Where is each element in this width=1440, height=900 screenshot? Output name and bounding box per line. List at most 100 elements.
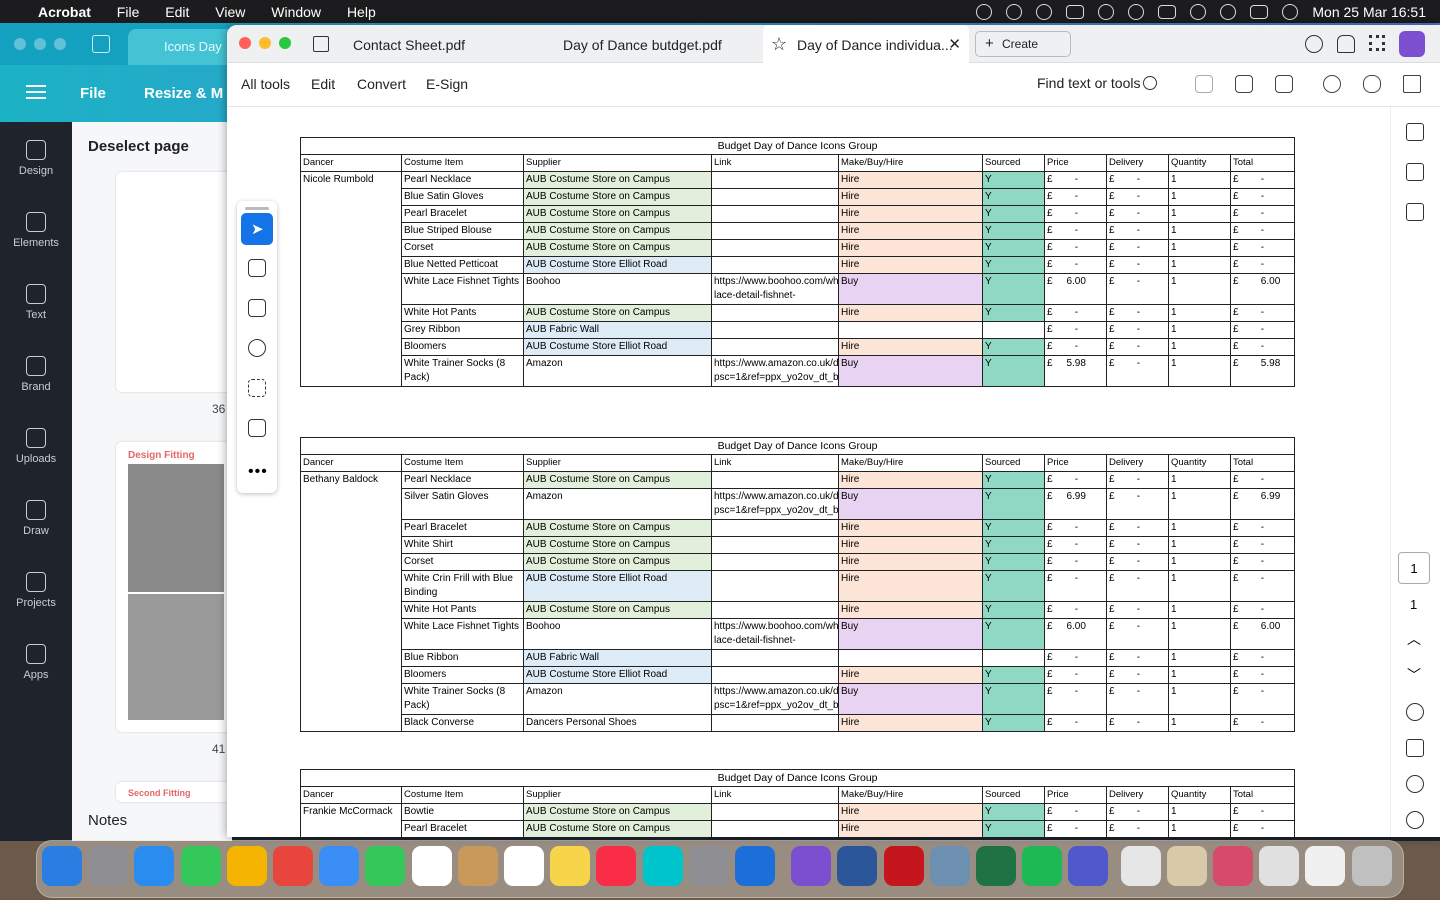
email-icon[interactable] [1403, 75, 1421, 93]
zoom-button[interactable] [279, 37, 291, 49]
wifi-icon[interactable] [1190, 3, 1207, 20]
preview-icon[interactable] [930, 846, 970, 886]
launchpad-icon[interactable] [88, 846, 128, 886]
recent-window-icon[interactable] [1305, 846, 1345, 886]
battery-icon[interactable] [1158, 4, 1177, 19]
contacts-icon[interactable] [458, 846, 498, 886]
menu-help[interactable]: Help [347, 4, 376, 20]
minimize-button[interactable] [259, 37, 271, 49]
page-number-input[interactable]: 1 [1398, 552, 1430, 584]
sky-go-icon[interactable] [735, 846, 775, 886]
convert-menu[interactable]: Convert [357, 76, 406, 92]
close-button[interactable] [239, 37, 251, 49]
sidebar-item-projects[interactable]: Projects [0, 572, 72, 609]
all-tools-menu[interactable]: All tools [241, 76, 290, 92]
menu-file[interactable]: File [117, 4, 140, 20]
menu-edit[interactable]: Edit [165, 4, 189, 20]
page-thumbnail[interactable]: Design Fitting [116, 442, 236, 732]
avatar[interactable] [1399, 31, 1425, 57]
menu-app-name[interactable]: Acrobat [38, 4, 91, 20]
home-icon[interactable] [92, 35, 110, 53]
zoom-out-icon[interactable] [1406, 811, 1424, 829]
calendar-icon[interactable] [412, 846, 452, 886]
sign-pen-icon[interactable] [248, 419, 266, 437]
tab-budget[interactable]: Day of Dance butdget.pdf [563, 25, 759, 63]
spotify-icon[interactable] [1022, 846, 1062, 886]
acrobat-icon[interactable] [884, 846, 924, 886]
text-select-icon[interactable] [248, 379, 266, 397]
notes-button[interactable]: Notes [88, 812, 127, 829]
print-icon[interactable] [1275, 75, 1293, 93]
siri-icon[interactable] [1282, 3, 1299, 20]
esign-menu[interactable]: E-Sign [426, 76, 468, 92]
creative-cloud-icon[interactable] [1036, 3, 1053, 20]
spotlight-search-icon[interactable] [1220, 3, 1237, 20]
teams-icon[interactable] [1068, 846, 1108, 886]
sidebar-item-design[interactable]: Design [0, 140, 72, 177]
menu-window[interactable]: Window [271, 4, 321, 20]
help-icon[interactable] [1305, 35, 1323, 53]
close-dot[interactable] [14, 38, 26, 50]
tab-contact-sheet[interactable]: Contact Sheet.pdf [353, 25, 549, 63]
mail-icon[interactable] [319, 846, 359, 886]
highlight-pen-icon[interactable] [248, 299, 266, 317]
control-center-icon[interactable] [1250, 4, 1269, 19]
finder-icon[interactable] [42, 846, 82, 886]
messages-icon[interactable] [181, 846, 221, 886]
more-icon[interactable]: ••• [248, 463, 268, 481]
menu-view[interactable]: View [215, 4, 245, 20]
recent-screenshot-icon[interactable] [1213, 846, 1253, 886]
star-icon[interactable]: ☆ [771, 34, 787, 55]
reminders-icon[interactable] [504, 846, 544, 886]
word-icon[interactable] [837, 846, 877, 886]
hamburger-icon[interactable] [26, 85, 46, 99]
chrome-icon[interactable] [273, 846, 313, 886]
notes-icon[interactable] [550, 846, 590, 886]
sidebar-item-elements[interactable]: Elements [0, 212, 72, 249]
excel-icon[interactable] [976, 846, 1016, 886]
search-icon[interactable] [1143, 76, 1157, 90]
apps-grid-icon[interactable] [1369, 35, 1385, 51]
sidebar-item-text[interactable]: Text [0, 284, 72, 321]
select-tool-button[interactable]: ➤ [241, 213, 273, 245]
min-dot[interactable] [34, 38, 46, 50]
tab-individual[interactable]: ☆ Day of Dance individua... ✕ [763, 25, 969, 63]
page-thumbnail[interactable]: Second Fitting [116, 782, 236, 802]
recent-photo-icon[interactable] [1167, 846, 1207, 886]
deselect-page[interactable]: Deselect page [88, 138, 189, 155]
page-extract-icon[interactable] [1406, 739, 1424, 757]
chevron-up-icon[interactable]: ︿ [1407, 629, 1421, 649]
settings-icon[interactable] [689, 846, 729, 886]
create-button[interactable]: + Create [975, 31, 1071, 57]
sidebar-item-apps[interactable]: Apps [0, 644, 72, 681]
rotate-icon[interactable] [1406, 703, 1424, 721]
facetime-icon[interactable] [365, 846, 405, 886]
recent-sheet-icon[interactable] [1259, 846, 1299, 886]
pages-icon[interactable] [1406, 203, 1424, 221]
find-tools[interactable]: Find text or tools [1037, 75, 1141, 91]
comment-icon[interactable] [248, 259, 266, 277]
bookmark-icon[interactable] [1406, 163, 1424, 181]
bluetooth-icon[interactable] [1098, 3, 1115, 20]
sidebar-item-draw[interactable]: Draw [0, 500, 72, 537]
sidebar-item-uploads[interactable]: Uploads [0, 428, 72, 465]
photos-icon[interactable] [227, 846, 267, 886]
music-icon[interactable] [596, 846, 636, 886]
zoom-in-icon[interactable] [1406, 775, 1424, 793]
grammarly-icon[interactable] [976, 3, 993, 20]
share-user-icon[interactable] [1323, 75, 1341, 93]
play-icon[interactable] [1128, 3, 1145, 20]
chevron-down-icon[interactable]: ﹀ [1407, 665, 1421, 685]
page-thumbnail[interactable] [116, 172, 236, 392]
comment-panel-icon[interactable] [1406, 123, 1424, 141]
safari-icon[interactable] [134, 846, 174, 886]
note-icon[interactable] [1066, 4, 1085, 19]
canva-resize-menu[interactable]: Resize & M [144, 85, 223, 102]
clock[interactable]: Mon 25 Mar 16:51 [1312, 4, 1426, 20]
save-icon[interactable] [1195, 75, 1213, 93]
sidebar-item-brand[interactable]: Brand [0, 356, 72, 393]
lasso-draw-icon[interactable] [248, 339, 266, 357]
close-tab-icon[interactable]: ✕ [948, 35, 961, 53]
canva-file-menu[interactable]: File [80, 85, 106, 102]
canva-icon[interactable] [643, 846, 683, 886]
